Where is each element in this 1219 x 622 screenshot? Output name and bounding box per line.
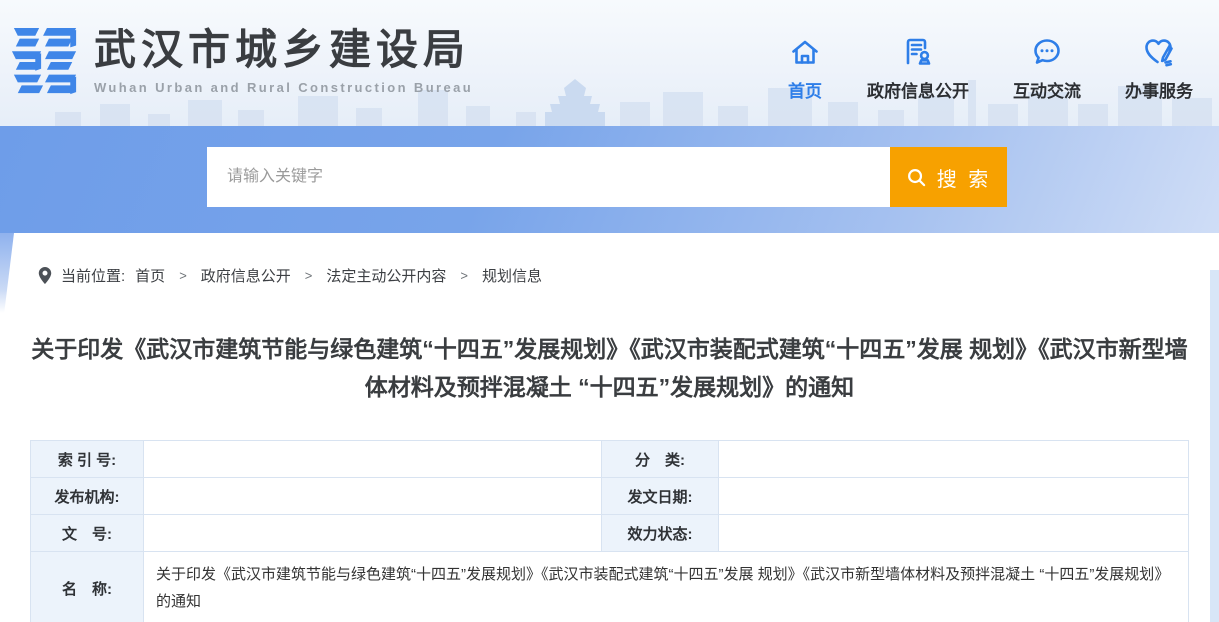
chat-bubble-icon <box>1029 34 1065 70</box>
search-input[interactable] <box>207 147 890 207</box>
nav-label: 互动交流 <box>1013 77 1081 102</box>
meta-label-category: 分 类: <box>602 441 719 478</box>
breadcrumb-separator: > <box>305 268 313 283</box>
logo-text: 武汉市城乡建设局 Wuhan Urban and Rural Construct… <box>94 24 473 95</box>
heart-pen-icon <box>1141 34 1177 70</box>
nav-label: 首页 <box>788 77 822 102</box>
magnifier-icon <box>906 167 927 188</box>
meta-label-name: 名 称: <box>31 552 144 622</box>
site-subtitle-en: Wuhan Urban and Rural Construction Burea… <box>94 80 473 95</box>
meta-label-validity-status: 效力状态: <box>602 515 719 552</box>
nav-item-services[interactable]: 办事服务 <box>1125 34 1193 102</box>
breadcrumb-separator: > <box>460 268 468 283</box>
nav-label: 政府信息公开 <box>867 77 969 102</box>
document-stamp-icon <box>900 34 936 70</box>
nav-item-interaction[interactable]: 互动交流 <box>1013 34 1081 102</box>
banner-edge-decoration <box>0 233 14 313</box>
meta-label-issue-date: 发文日期: <box>602 478 719 515</box>
meta-value-validity-status <box>719 515 1189 552</box>
breadcrumb-item-gov-info[interactable]: 政府信息公开 <box>201 265 291 286</box>
site-title: 武汉市城乡建设局 <box>94 24 473 76</box>
scrollbar-track[interactable] <box>1210 270 1219 622</box>
breadcrumb-prefix: 当前位置: <box>61 265 125 286</box>
meta-value-doc-number <box>144 515 602 552</box>
meta-value-category <box>719 441 1189 478</box>
search-button[interactable]: 搜 索 <box>890 147 1007 207</box>
nav-item-gov-info-disclosure[interactable]: 政府信息公开 <box>867 34 969 102</box>
breadcrumb-item-home[interactable]: 首页 <box>135 265 165 286</box>
site-header: 武汉市城乡建设局 Wuhan Urban and Rural Construct… <box>0 0 1219 126</box>
site-logo[interactable]: 武汉市城乡建设局 Wuhan Urban and Rural Construct… <box>10 24 473 98</box>
table-row: 索 引 号: 分 类: <box>31 441 1189 478</box>
breadcrumb: 当前位置: 首页 > 政府信息公开 > 法定主动公开内容 > 规划信息 <box>38 265 542 286</box>
meta-value-name: 关于印发《武汉市建筑节能与绿色建筑“十四五”发展规划》《武汉市装配式建筑“十四五… <box>144 552 1189 622</box>
nav-label: 办事服务 <box>1125 77 1193 102</box>
home-icon <box>787 34 823 70</box>
search-bar: 搜 索 <box>207 147 1007 207</box>
meta-label-index-number: 索 引 号: <box>31 441 144 478</box>
meta-label-issuing-agency: 发布机构: <box>31 478 144 515</box>
document-meta-table: 索 引 号: 分 类: 发布机构: 发文日期: 文 号: 效力状态: 名 称: … <box>30 440 1189 622</box>
table-row: 文 号: 效力状态: <box>31 515 1189 552</box>
meta-value-index-number <box>144 441 602 478</box>
page: 武汉市城乡建设局 Wuhan Urban and Rural Construct… <box>0 0 1219 622</box>
breadcrumb-item-planning-info[interactable]: 规划信息 <box>482 265 542 286</box>
table-row: 名 称: 关于印发《武汉市建筑节能与绿色建筑“十四五”发展规划》《武汉市装配式建… <box>31 552 1189 622</box>
meta-value-issue-date <box>719 478 1189 515</box>
map-pin-icon <box>38 266 52 285</box>
table-row: 发布机构: 发文日期: <box>31 478 1189 515</box>
breadcrumb-separator: > <box>179 268 187 283</box>
nav-item-home[interactable]: 首页 <box>787 34 823 102</box>
top-navigation: 首页 政府信息公开 互 <box>787 34 1193 102</box>
meta-value-issuing-agency <box>144 478 602 515</box>
search-button-label: 搜 索 <box>937 163 992 192</box>
breadcrumb-item-statutory-disclosure[interactable]: 法定主动公开内容 <box>326 265 446 286</box>
bureau-logo-icon <box>10 26 80 98</box>
meta-label-doc-number: 文 号: <box>31 515 144 552</box>
document-title: 关于印发《武汉市建筑节能与绿色建筑“十四五”发展规划》《武汉市装配式建筑“十四五… <box>27 330 1192 406</box>
